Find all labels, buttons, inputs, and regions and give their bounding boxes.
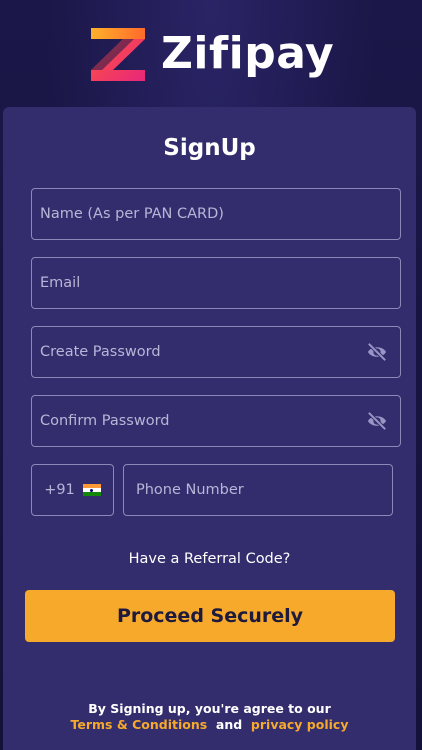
confirm-password-input[interactable] (32, 396, 400, 446)
eye-off-icon[interactable] (366, 342, 388, 362)
name-field[interactable] (31, 188, 401, 240)
referral-code-link[interactable]: Have a Referral Code? (3, 551, 416, 567)
signup-card: SignUp +91 Have a R (3, 107, 416, 750)
terms-line: Terms & Conditions and privacy policy (3, 717, 416, 732)
terms-prefix: By Signing up, you're agree to our (88, 701, 331, 716)
create-password-field[interactable] (31, 326, 401, 378)
phone-input[interactable] (124, 465, 392, 515)
create-password-input[interactable] (32, 327, 400, 377)
brand-logo: Zifipay (87, 22, 334, 86)
privacy-policy-link[interactable]: privacy policy (251, 717, 349, 732)
page-title: SignUp (163, 135, 256, 161)
country-code-selector[interactable]: +91 (31, 464, 114, 516)
name-input[interactable] (32, 189, 400, 239)
email-field[interactable] (31, 257, 401, 309)
terms-conjunction: and (215, 717, 243, 732)
brand-name: Zifipay (161, 28, 335, 79)
zifipay-logo-icon (91, 28, 145, 81)
proceed-securely-button[interactable]: Proceed Securely (25, 590, 395, 642)
country-code: +91 (44, 482, 75, 498)
email-input[interactable] (32, 258, 400, 308)
phone-field[interactable] (123, 464, 393, 516)
terms-conditions-link[interactable]: Terms & Conditions (71, 717, 208, 732)
eye-off-icon[interactable] (366, 411, 388, 431)
india-flag-icon (82, 483, 101, 497)
confirm-password-field[interactable] (31, 395, 401, 447)
